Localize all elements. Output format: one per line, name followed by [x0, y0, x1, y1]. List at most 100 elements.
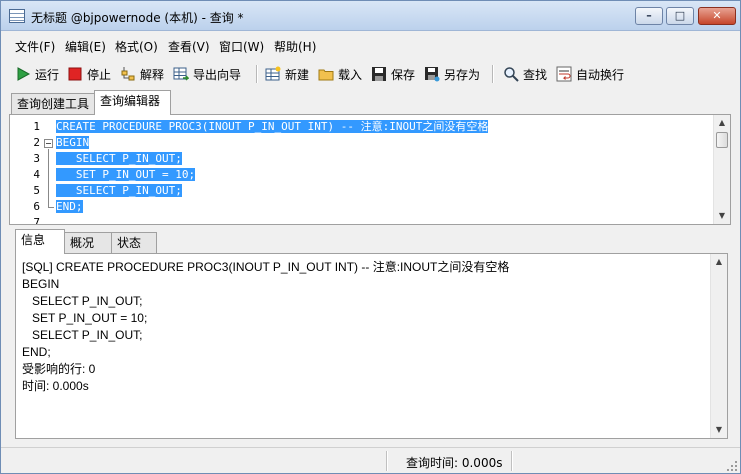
stop-button[interactable]: 停止 [67, 64, 111, 84]
explain-button[interactable]: 解释 [120, 64, 164, 84]
output-line: 时间: 0.000s [22, 379, 89, 393]
fold-guide-end [48, 207, 54, 208]
new-button[interactable]: 新建 [265, 64, 309, 84]
stop-label: 停止 [87, 67, 112, 82]
explain-label: 解释 [140, 67, 165, 82]
status-divider [511, 451, 512, 471]
stop-icon [67, 66, 83, 82]
code-line-3: SELECT P_IN_OUT; [56, 151, 182, 167]
load-button[interactable]: 载入 [318, 64, 362, 84]
line-number: 7 [33, 216, 40, 225]
scroll-down-icon[interactable]: ▼ [711, 422, 727, 438]
maximize-button[interactable]: □ [666, 7, 694, 25]
toolbar-divider [256, 65, 257, 83]
fold-guide [48, 149, 49, 207]
menu-edit[interactable]: 编辑(E) [65, 38, 106, 55]
export-wizard-label: 导出向导 [193, 67, 242, 82]
line-number: 2 [33, 136, 40, 149]
tab-query-editor[interactable]: 查询编辑器 [94, 90, 171, 115]
menu-help[interactable]: 帮助(H) [274, 38, 316, 55]
line-number-gutter: 1 2 3 4 5 6 7 [10, 115, 56, 225]
close-icon: ✕ [712, 9, 722, 22]
output-scrollbar[interactable]: ▲ ▼ [710, 254, 727, 438]
line-number: 4 [33, 168, 40, 181]
minimize-button[interactable]: – [635, 7, 663, 25]
save-as-disk-icon [424, 66, 440, 82]
output-line: BEGIN [22, 277, 60, 291]
folder-icon [318, 66, 334, 82]
save-button[interactable]: 保存 [371, 64, 415, 84]
selected-code: SELECT P_IN_OUT; [56, 184, 182, 197]
query-time-status: 查询时间: 0.000s [406, 456, 503, 470]
tab-status[interactable]: 状态 [111, 232, 157, 254]
resize-grip-icon[interactable] [726, 460, 738, 472]
export-wizard-button[interactable]: 导出向导 [173, 64, 241, 84]
table-app-icon [9, 9, 25, 23]
save-as-label: 另存为 [444, 67, 481, 82]
output-line: [SQL] CREATE PROCEDURE PROC3(INOUT P_IN_… [22, 260, 510, 274]
toolbar-divider [492, 65, 493, 83]
code-line-6: END; [56, 199, 83, 215]
minimize-icon: – [646, 9, 652, 22]
tab-query-editor-label: 查询编辑器 [100, 94, 161, 108]
find-label: 查找 [523, 67, 548, 82]
load-label: 载入 [338, 67, 363, 82]
close-button[interactable]: ✕ [698, 7, 736, 25]
tab-overview-label: 概况 [70, 236, 95, 250]
magnifier-icon [503, 66, 519, 82]
result-tabs: 信息 概况 状态 [1, 229, 740, 254]
scroll-down-icon[interactable]: ▼ [714, 208, 730, 224]
save-disk-icon [371, 66, 387, 82]
selected-code: SELECT P_IN_OUT; [56, 152, 182, 165]
selected-code: SET P_IN_OUT = 10; [56, 168, 196, 181]
code-line-1: CREATE PROCEDURE PROC3(INOUT P_IN_OUT IN… [56, 119, 489, 135]
editor-scrollbar[interactable]: ▲ ▼ [713, 115, 730, 224]
message-output[interactable]: [SQL] CREATE PROCEDURE PROC3(INOUT P_IN_… [15, 253, 728, 439]
tab-info[interactable]: 信息 [15, 229, 65, 254]
output-line: END; [22, 345, 51, 359]
tab-query-builder[interactable]: 查询创建工具 [11, 93, 95, 115]
explain-icon [120, 66, 136, 82]
output-line: SET P_IN_OUT = 10; [22, 311, 148, 325]
output-line: SELECT P_IN_OUT; [22, 328, 143, 342]
title-bar[interactable]: 无标题 @bjpowernode (本机) - 查询 * – □ ✕ [1, 1, 740, 31]
word-wrap-icon [556, 66, 572, 82]
word-wrap-button[interactable]: 自动换行 [556, 64, 624, 84]
tab-query-builder-label: 查询创建工具 [17, 97, 90, 111]
scroll-up-icon[interactable]: ▲ [714, 115, 730, 131]
tab-overview[interactable]: 概况 [64, 232, 112, 254]
menu-file[interactable]: 文件(F) [15, 38, 55, 55]
editor-tabs: 查询创建工具 查询编辑器 [1, 90, 740, 115]
run-button[interactable]: 运行 [15, 64, 59, 84]
new-label: 新建 [285, 67, 310, 82]
run-label: 运行 [35, 67, 60, 82]
menu-format[interactable]: 格式(O) [115, 38, 158, 55]
find-button[interactable]: 查找 [503, 64, 547, 84]
line-number: 3 [33, 152, 40, 165]
menu-view[interactable]: 查看(V) [168, 38, 210, 55]
toolbar: 运行 停止 解释 导出向导 新建 载入 保存 另存为 查找 自动换行 [1, 59, 740, 89]
scroll-up-icon[interactable]: ▲ [711, 254, 727, 270]
new-grid-icon [265, 66, 281, 82]
save-label: 保存 [391, 67, 416, 82]
code-line-2: BEGIN [56, 135, 90, 151]
line-number: 6 [33, 200, 40, 213]
line-number: 5 [33, 184, 40, 197]
scroll-thumb[interactable] [716, 132, 728, 148]
output-line: SELECT P_IN_OUT; [22, 294, 143, 308]
fold-collapse-icon[interactable] [44, 139, 53, 148]
code-line-5: SELECT P_IN_OUT; [56, 183, 182, 199]
selected-code: BEGIN [56, 136, 90, 149]
sql-editor[interactable]: 1 2 3 4 5 6 7 CREATE PROCEDURE PROC3(INO… [9, 114, 731, 225]
selected-code: END; [56, 200, 83, 213]
selected-code: CREATE PROCEDURE PROC3(INOUT P_IN_OUT IN… [56, 120, 489, 133]
save-as-button[interactable]: 另存为 [424, 64, 480, 84]
menu-window[interactable]: 窗口(W) [219, 38, 264, 55]
app-window: 无标题 @bjpowernode (本机) - 查询 * – □ ✕ 文件(F)… [0, 0, 741, 474]
output-line: 受影响的行: 0 [22, 362, 96, 376]
line-number: 1 [33, 120, 40, 133]
word-wrap-label: 自动换行 [576, 67, 625, 82]
menu-bar: 文件(F) 编辑(E) 格式(O) 查看(V) 窗口(W) 帮助(H) [1, 32, 740, 58]
maximize-icon: □ [674, 9, 686, 22]
play-icon [15, 66, 31, 82]
